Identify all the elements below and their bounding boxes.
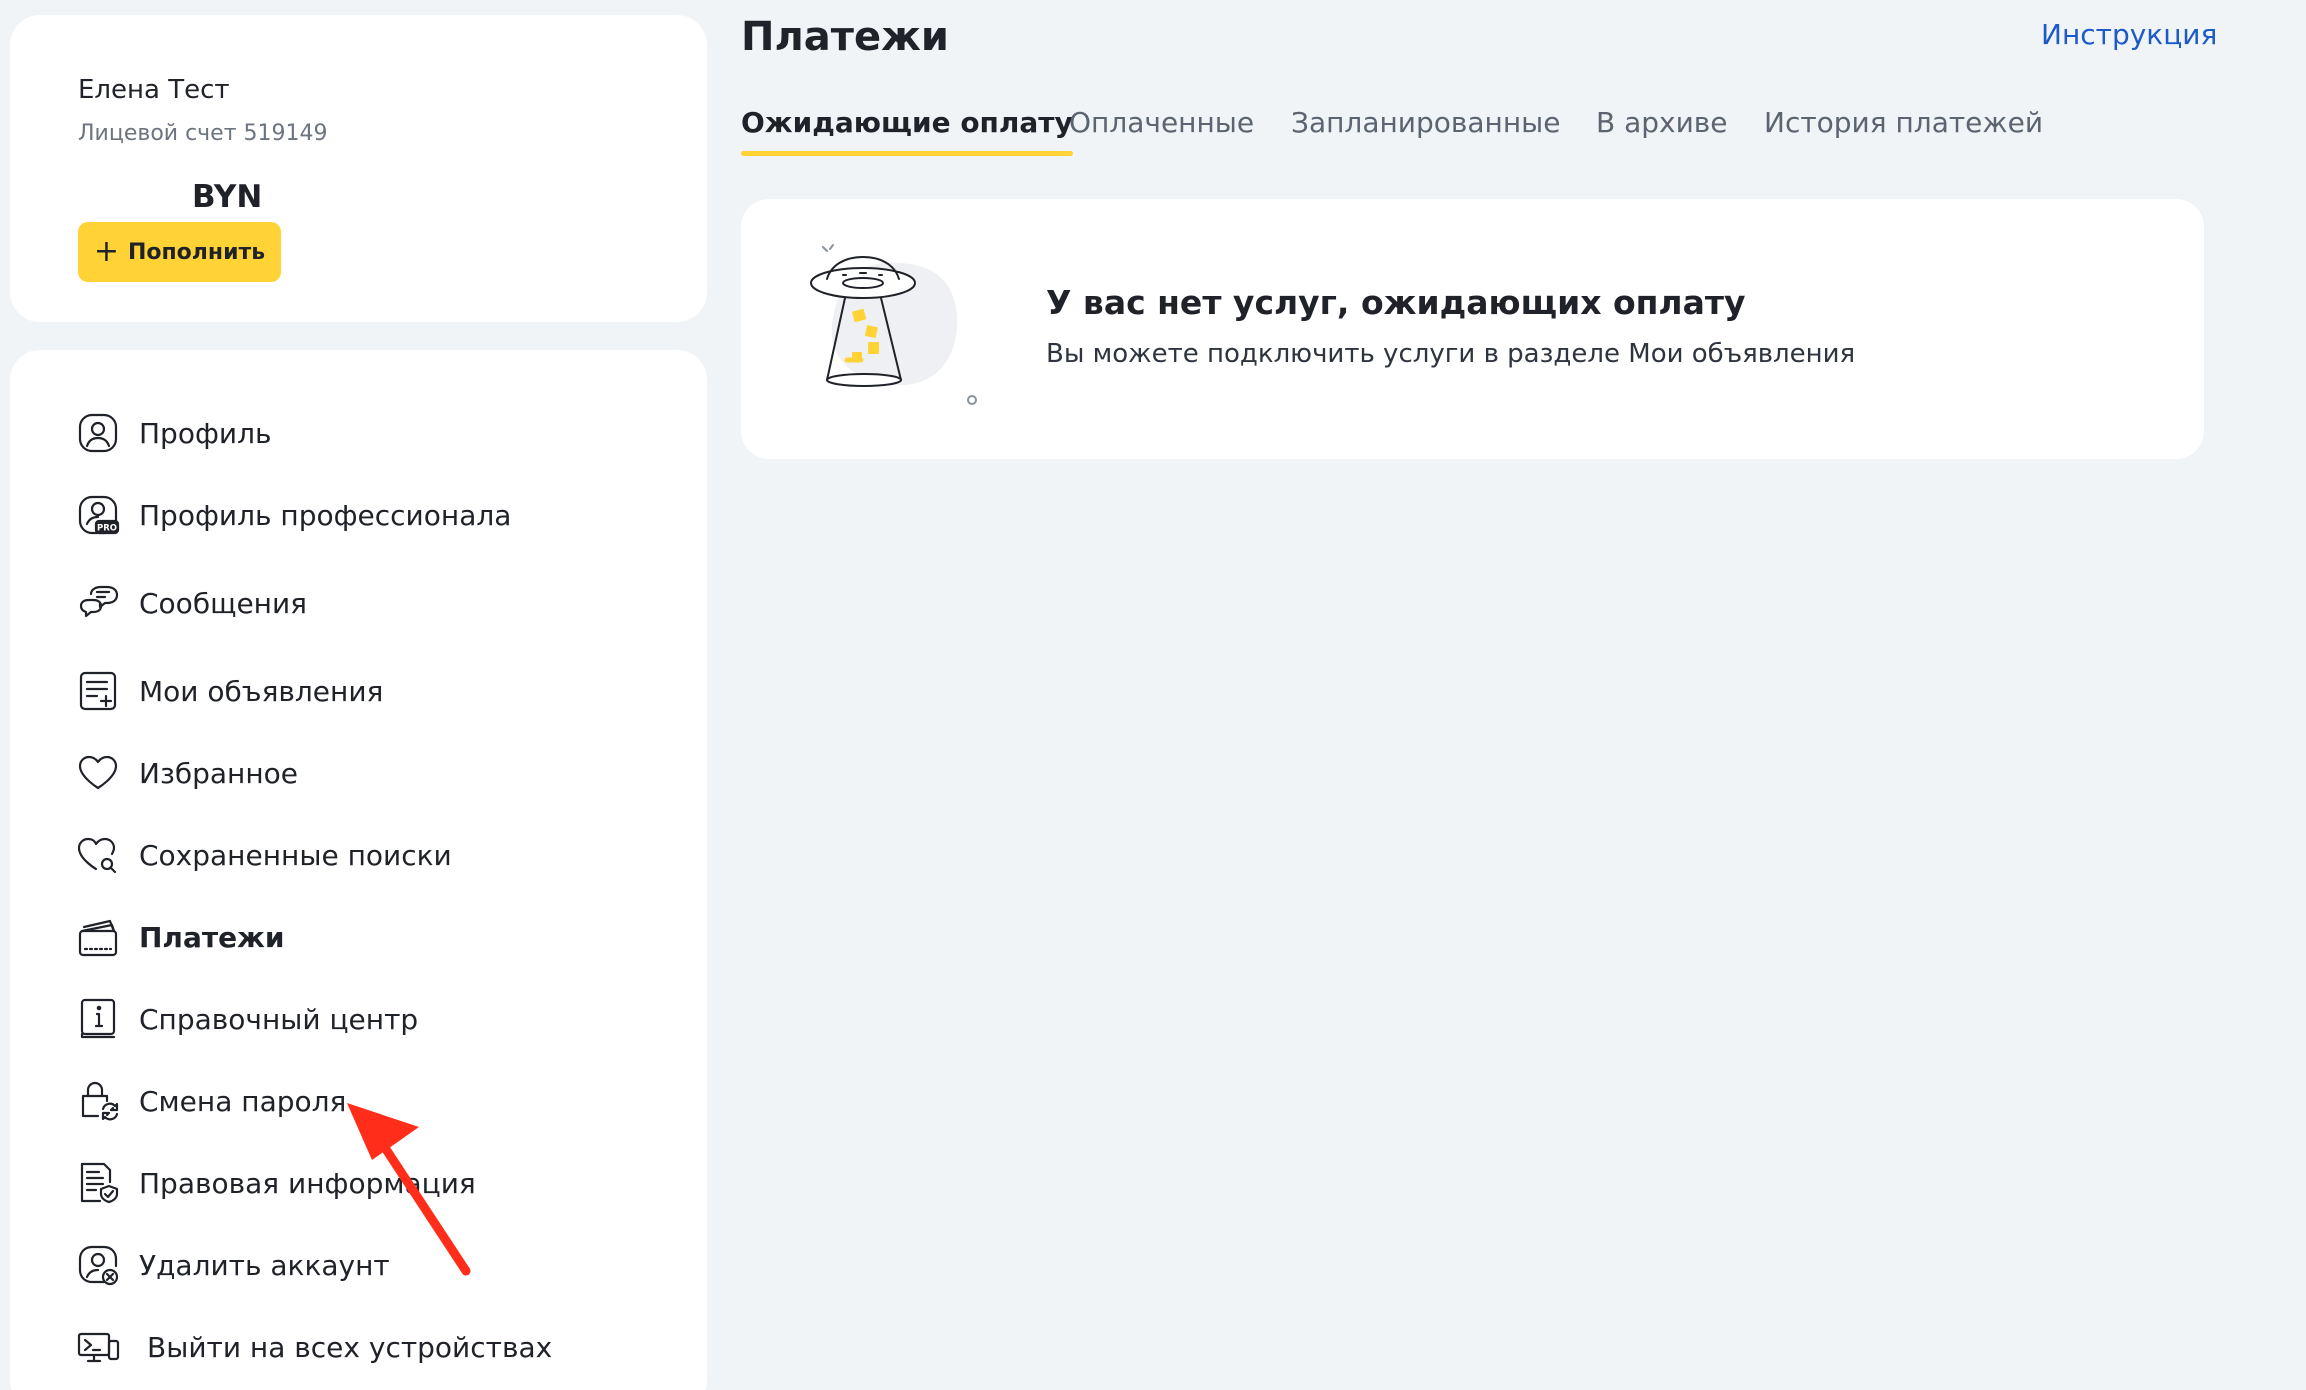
annotation-arrow-icon [347, 1103, 471, 1276]
page-title: Платежи [741, 14, 949, 60]
sidebar-item-favorites[interactable]: Избранное [76, 745, 298, 801]
sidebar-item-profile[interactable]: Профиль [76, 405, 272, 461]
empty-state-title: У вас нет услуг, ожидающих оплату [1046, 283, 1746, 322]
sidebar-item-payments[interactable]: Платежи [76, 909, 285, 965]
messages-icon [76, 581, 120, 625]
sidebar-item-help-center[interactable]: Справочный центр [76, 991, 418, 1047]
tab-archive[interactable]: В архиве [1596, 106, 1728, 156]
sidebar-item-logout-all-devices[interactable]: Выйти на всех устройствах [76, 1319, 552, 1375]
sidebar-item-saved-searches[interactable]: Сохраненные поиски [76, 827, 452, 883]
balance-currency: BYN [192, 179, 263, 215]
sidebar-item-label: Справочный центр [139, 1002, 419, 1036]
saved-searches-icon [76, 833, 120, 877]
sidebar-item-my-ads[interactable]: Мои объявления [76, 663, 383, 719]
plus-icon: + [93, 234, 119, 269]
sidebar-item-label: Выйти на всех устройствах [147, 1330, 553, 1364]
account-card: Елена Тест Лицевой счет 519149 BYN + Поп… [10, 15, 707, 322]
sidebar-item-messages[interactable]: Сообщения [76, 575, 307, 631]
sidebar-item-label: Избранное [139, 756, 299, 790]
sidebar-item-label: Сообщения [139, 586, 308, 620]
user-name: Елена Тест [78, 75, 230, 105]
instruction-link[interactable]: Инструкция [2041, 18, 2217, 51]
profile-icon [76, 411, 120, 455]
sidebar-item-label: Мои объявления [139, 674, 384, 708]
sidebar-item-label: Профиль [139, 416, 272, 450]
sidebar-item-label: Профиль профессионала [139, 498, 512, 532]
sidebar-item-label: Смена пароля [139, 1084, 347, 1118]
change-password-lock-icon [76, 1079, 120, 1123]
sidebar-item-label: Сохраненные поиски [139, 838, 452, 872]
account-number: Лицевой счет 519149 [78, 121, 328, 146]
my-ads-icon [76, 669, 120, 713]
favorites-heart-icon [76, 751, 120, 795]
empty-state-card: У вас нет услуг, ожидающих оплату Вы мож… [741, 199, 2204, 459]
svg-text:PRO: PRO [97, 524, 117, 534]
tab-payment-history[interactable]: История платежей [1764, 106, 2043, 156]
payments-page: Елена Тест Лицевой счет 519149 BYN + Поп… [0, 0, 2306, 1390]
pro-profile-icon: PRO [76, 493, 120, 537]
tab-paid[interactable]: Оплаченные [1069, 106, 1254, 156]
sidebar-item-pro-profile[interactable]: PRO Профиль профессионала [76, 487, 511, 543]
tab-awaiting-payment[interactable]: Ожидающие оплату [741, 106, 1073, 156]
legal-document-icon [76, 1161, 120, 1205]
topup-button-label: Пополнить [127, 239, 266, 265]
delete-account-icon [76, 1243, 120, 1287]
sidebar-item-change-password[interactable]: Смена пароля [76, 1073, 346, 1129]
empty-state-subtitle: Вы можете подключить услуги в разделе Мо… [1046, 339, 1856, 369]
logout-devices-icon [76, 1325, 120, 1369]
tab-scheduled[interactable]: Запланированные [1291, 106, 1561, 156]
payments-wallet-icon [76, 915, 120, 959]
topup-button[interactable]: + Пополнить [78, 222, 281, 282]
help-center-info-icon [76, 997, 120, 1041]
sidebar-item-label: Платежи [139, 920, 285, 954]
ufo-illustration-icon [803, 235, 983, 415]
